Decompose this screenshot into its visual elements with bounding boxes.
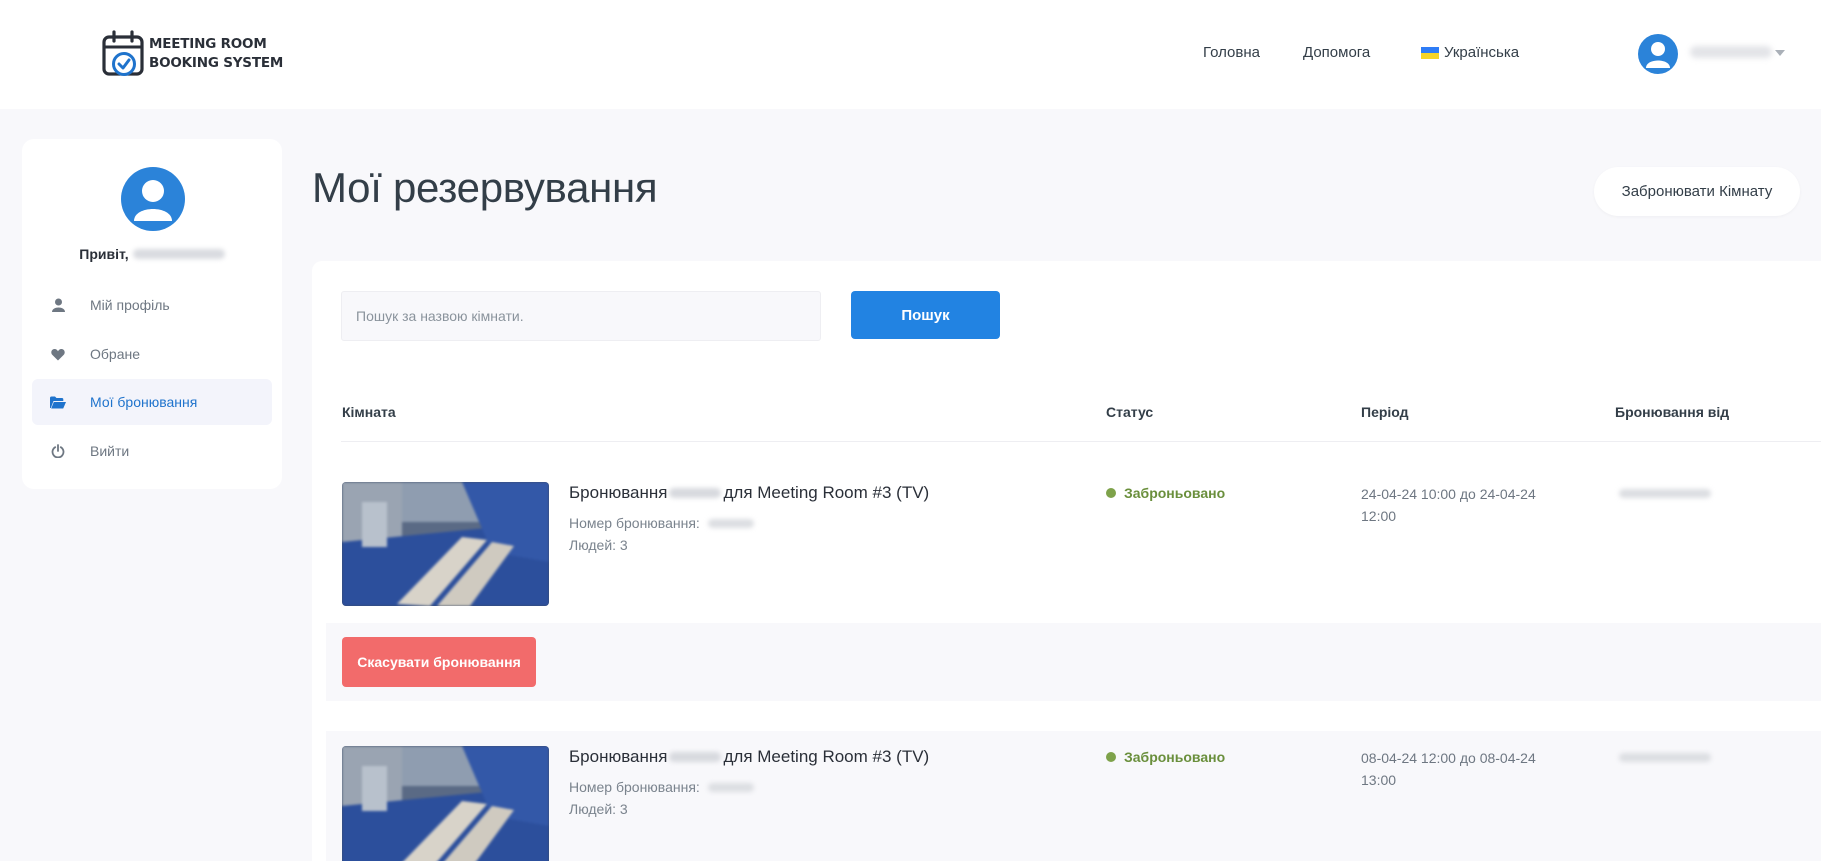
status-dot-icon bbox=[1106, 488, 1116, 498]
booked-by-redacted bbox=[1619, 489, 1711, 498]
sidebar-item-profile[interactable]: Мій профіль bbox=[32, 282, 272, 328]
sidebar-item-label: Мої бронювання bbox=[90, 394, 198, 410]
booking-period: 08-04-24 12:00 до 08-04-24 13:00 bbox=[1361, 750, 1536, 788]
status-badge: Заброньовано bbox=[1106, 485, 1225, 501]
booking-people: Людей: 3 bbox=[569, 537, 628, 553]
sidebar-item-my-bookings[interactable]: Мої бронювання bbox=[32, 379, 272, 425]
greeting: Привіт, bbox=[22, 246, 282, 262]
column-header-booked-by: Бронювання від bbox=[1615, 404, 1730, 420]
header-username-redacted[interactable] bbox=[1690, 46, 1772, 58]
heart-icon bbox=[50, 346, 66, 362]
user-avatar-icon[interactable] bbox=[1638, 34, 1678, 74]
search-button[interactable]: Пошук bbox=[851, 291, 1000, 339]
room-thumbnail[interactable] bbox=[342, 482, 549, 606]
column-header-room: Кімната bbox=[342, 404, 396, 420]
status-label: Заброньовано bbox=[1124, 485, 1226, 501]
booking-title-prefix: Бронювання bbox=[569, 483, 668, 502]
search-input[interactable] bbox=[341, 291, 821, 341]
language-label: Українська bbox=[1444, 44, 1520, 61]
sidebar-item-favorites[interactable]: Обране bbox=[32, 331, 272, 377]
table-row-background bbox=[326, 731, 1821, 861]
top-header: MEETING ROOM BOOKING SYSTEM Головна Допо… bbox=[0, 0, 1821, 109]
sidebar-item-label: Мій профіль bbox=[90, 297, 170, 313]
status-label: Заброньовано bbox=[1124, 749, 1226, 765]
column-header-status: Статус bbox=[1106, 404, 1154, 420]
profile-avatar-icon bbox=[121, 167, 185, 231]
sidebar-item-logout[interactable]: Вийти bbox=[32, 428, 272, 474]
nav-home-link[interactable]: Головна bbox=[1203, 44, 1260, 61]
sidebar-item-label: Вийти bbox=[90, 443, 130, 459]
nav-help-link[interactable]: Допомога bbox=[1303, 44, 1370, 61]
logo-line-2: BOOKING SYSTEM bbox=[149, 55, 284, 71]
ukraine-flag-icon bbox=[1421, 46, 1439, 59]
booking-number-label: Номер бронювання: bbox=[569, 779, 700, 795]
booking-title-prefix: Бронювання bbox=[569, 747, 668, 766]
booking-title-room: для Meeting Room #3 (TV) bbox=[723, 483, 930, 502]
username-redacted bbox=[132, 249, 225, 259]
booking-people: Людей: 3 bbox=[569, 801, 628, 817]
greeting-label: Привіт, bbox=[79, 246, 129, 262]
booking-title-room: для Meeting Room #3 (TV) bbox=[723, 747, 930, 766]
user-icon bbox=[50, 297, 66, 313]
chevron-down-icon[interactable] bbox=[1775, 50, 1785, 56]
booking-title: Бронювання для Meeting Room #3 (TV) bbox=[569, 747, 929, 767]
logo-line-1: MEETING ROOM bbox=[149, 36, 267, 52]
page-title: Мої резервування bbox=[312, 164, 658, 211]
booking-number-redacted bbox=[707, 518, 754, 528]
booking-id-redacted bbox=[669, 488, 722, 498]
book-room-button[interactable]: Забронювати Кімнату bbox=[1594, 167, 1800, 216]
cancel-booking-button[interactable]: Скасувати бронювання bbox=[342, 637, 536, 687]
booked-by-redacted bbox=[1619, 753, 1711, 762]
booking-period: 24-04-24 10:00 до 24-04-24 12:00 bbox=[1361, 486, 1536, 524]
folder-open-icon bbox=[50, 394, 66, 410]
app-logo[interactable]: MEETING ROOM BOOKING SYSTEM bbox=[101, 30, 283, 78]
status-badge: Заброньовано bbox=[1106, 749, 1225, 765]
calendar-check-icon bbox=[102, 30, 144, 76]
power-icon bbox=[50, 443, 66, 459]
booking-id-redacted bbox=[669, 752, 722, 762]
header-divider bbox=[341, 441, 1821, 442]
sidebar-item-label: Обране bbox=[90, 346, 140, 362]
profile-sidebar: Привіт, Мій профіль Обране Мої бронюванн… bbox=[22, 139, 282, 489]
language-selector[interactable]: Українська bbox=[1421, 44, 1519, 61]
booking-number: Номер бронювання: bbox=[569, 779, 754, 795]
row-actions bbox=[326, 623, 1821, 701]
room-thumbnail[interactable] bbox=[342, 746, 549, 861]
booking-number-label: Номер бронювання: bbox=[569, 515, 700, 531]
status-dot-icon bbox=[1106, 752, 1116, 762]
booking-title: Бронювання для Meeting Room #3 (TV) bbox=[569, 483, 929, 503]
booking-number-redacted bbox=[707, 782, 754, 792]
booking-number: Номер бронювання: bbox=[569, 515, 754, 531]
column-header-period: Період bbox=[1361, 404, 1409, 420]
